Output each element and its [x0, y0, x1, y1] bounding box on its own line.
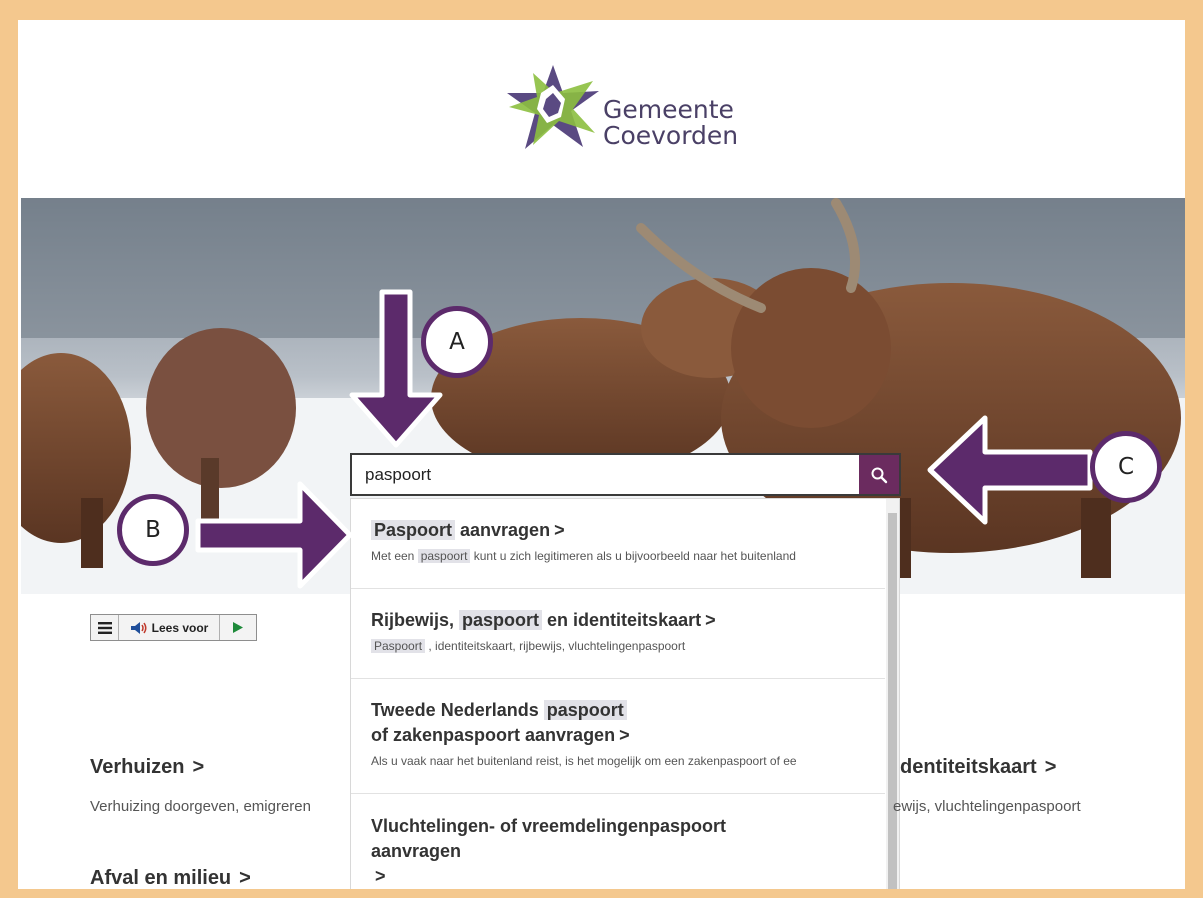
annotation-arrows — [195, 289, 1093, 589]
annotation-arrow-c — [927, 415, 1093, 525]
annotation-arrow-b — [195, 481, 353, 589]
annotation-marker-b: B — [117, 494, 189, 566]
annotation-marker-a: A — [421, 306, 493, 378]
annotation-arrow-a — [349, 289, 443, 448]
annotation-marker-c: C — [1090, 431, 1162, 503]
